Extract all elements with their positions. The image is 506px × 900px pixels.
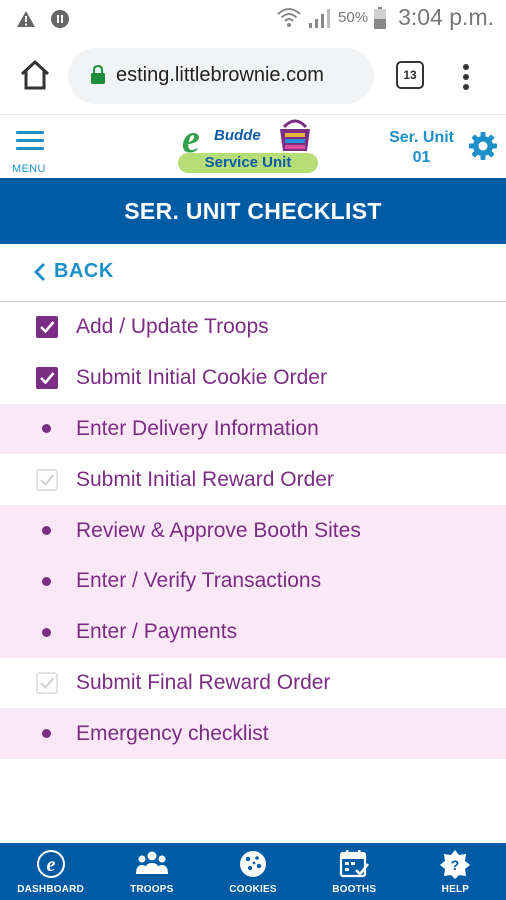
- people-icon: [135, 851, 168, 874]
- gear-icon[interactable]: [468, 131, 498, 161]
- checklist-item-enter-delivery-information[interactable]: Enter Delivery Information: [0, 403, 506, 455]
- tab-switcher-button[interactable]: 13: [396, 61, 424, 89]
- more-options-icon[interactable]: [456, 60, 476, 94]
- checklist-item-label: Enter Delivery Information: [76, 416, 319, 440]
- bullet-icon: [42, 627, 51, 637]
- cookie-icon: [240, 851, 266, 877]
- checklist-item-label: Enter / Payments: [76, 620, 238, 644]
- cookie-bag-icon: [280, 119, 310, 151]
- nav-label: HELP: [441, 884, 470, 895]
- lock-icon: [91, 65, 105, 84]
- unit-line-1: Ser. Unit: [389, 129, 454, 146]
- home-icon[interactable]: [18, 58, 52, 92]
- checklist-item-enter-verify-transactions[interactable]: Enter / Verify Transactions: [0, 555, 506, 607]
- page-title-banner: SER. UNIT CHECKLIST: [0, 178, 506, 244]
- menu-label: MENU: [12, 163, 46, 175]
- checklist-item-label: Submit Initial Reward Order: [76, 467, 334, 491]
- calendar-check-icon: [340, 850, 370, 878]
- nav-dashboard[interactable]: e DASHBOARD: [0, 843, 101, 900]
- nav-booths[interactable]: BOOTHS: [304, 843, 405, 900]
- nav-cookies[interactable]: COOKIES: [202, 843, 303, 900]
- clock-time: 3:04 p.m.: [398, 4, 494, 30]
- checkbox-checked-icon[interactable]: [36, 316, 58, 339]
- browser-toolbar: esting.littlebrownie.com 13: [0, 38, 506, 114]
- back-row: BACK: [0, 244, 506, 302]
- back-button[interactable]: BACK: [34, 260, 114, 283]
- pause-circle-icon: [51, 10, 69, 28]
- nav-label: BOOTHS: [332, 884, 377, 895]
- logo-name: Budde: [214, 127, 261, 144]
- logo-banner: Service Unit: [178, 153, 318, 173]
- checklist-item-label: Submit Final Reward Order: [76, 670, 331, 694]
- checkbox-disabled-icon[interactable]: [36, 469, 58, 491]
- checklist-item-label: Emergency checklist: [76, 721, 269, 745]
- checkbox-disabled-icon[interactable]: [36, 672, 58, 694]
- checklist: Add / Update Troops Submit Initial Cooki…: [0, 302, 506, 760]
- checklist-item-submit-initial-reward-order[interactable]: Submit Initial Reward Order: [0, 454, 506, 505]
- service-unit-label: Ser. Unit 01: [389, 128, 454, 168]
- wifi-icon: [277, 7, 301, 27]
- checklist-item-submit-initial-cookie-order[interactable]: Submit Initial Cookie Order: [0, 353, 506, 404]
- battery-percent: 50%: [338, 9, 369, 26]
- e-logo-icon: e: [36, 850, 65, 878]
- signal-icon: [309, 8, 331, 28]
- checklist-item-label: Add / Update Troops: [76, 315, 269, 339]
- svg-text:?: ?: [451, 857, 460, 873]
- bullet-icon: [42, 576, 51, 586]
- nav-help[interactable]: ? HELP: [405, 843, 506, 900]
- back-label: BACK: [54, 260, 114, 282]
- checklist-item-label: Review & Approve Booth Sites: [76, 518, 361, 542]
- battery-icon: [374, 6, 387, 29]
- address-bar[interactable]: esting.littlebrownie.com: [68, 48, 374, 104]
- unit-number: 01: [412, 149, 431, 166]
- nav-label: TROOPS: [130, 884, 174, 895]
- checklist-item-label: Enter / Verify Transactions: [76, 569, 322, 593]
- help-badge-icon: ?: [440, 850, 471, 879]
- checklist-item-enter-payments[interactable]: Enter / Payments: [0, 606, 506, 658]
- checklist-item-submit-final-reward-order[interactable]: Submit Final Reward Order: [0, 658, 506, 709]
- nav-label: COOKIES: [229, 884, 277, 895]
- status-bar: 50% 3:04 p.m.: [0, 0, 506, 38]
- bottom-nav: e DASHBOARD TROOPS COOKIES BOOTHS ? HELP: [0, 843, 506, 900]
- app-header: MENU e Budde Service Unit Ser. Unit 01: [0, 114, 506, 178]
- checklist-item-add-update-troops[interactable]: Add / Update Troops: [0, 302, 506, 353]
- bullet-icon: [42, 526, 51, 536]
- checklist-item-label: Submit Initial Cookie Order: [76, 366, 327, 390]
- menu-button[interactable]: MENU: [12, 127, 56, 175]
- bullet-icon: [42, 729, 51, 739]
- checklist-item-emergency-checklist[interactable]: Emergency checklist: [0, 708, 506, 760]
- nav-troops[interactable]: TROOPS: [101, 843, 202, 900]
- svg-text:e: e: [46, 854, 55, 876]
- chevron-left-icon: [34, 262, 46, 281]
- alert-icon: [17, 11, 35, 27]
- page-title: SER. UNIT CHECKLIST: [124, 197, 382, 224]
- url-text: esting.littlebrownie.com: [116, 64, 324, 86]
- nav-label: DASHBOARD: [17, 884, 84, 895]
- ebudde-logo: e Budde Service Unit: [178, 116, 318, 175]
- checklist-item-review-approve-booth-sites[interactable]: Review & Approve Booth Sites: [0, 505, 506, 556]
- checkbox-checked-icon[interactable]: [36, 367, 58, 390]
- bullet-icon: [42, 424, 51, 434]
